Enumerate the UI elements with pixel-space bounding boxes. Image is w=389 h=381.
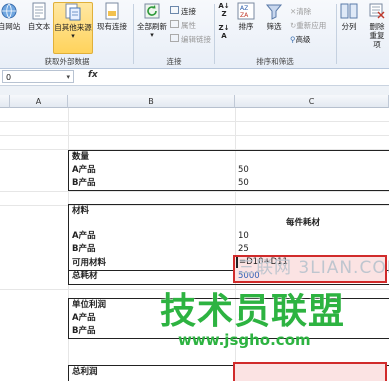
name-box-dropdown-icon[interactable]: ▾ [66, 71, 70, 84]
fx-icon[interactable]: fx [88, 70, 98, 80]
refresh-icon [144, 3, 160, 19]
watermark-jsgho-url: www.jsgho.com [178, 331, 311, 349]
filter-button[interactable]: 筛选 [262, 2, 286, 31]
qty-b-value[interactable]: 50 [238, 177, 249, 189]
group-separator [336, 4, 337, 64]
mat-header: 材料 [72, 206, 90, 216]
formula-bar: 0 ▾ fx [0, 69, 389, 86]
column-header-c[interactable]: C [235, 95, 389, 108]
qty-header: 数量 [72, 152, 90, 162]
sort-az-icon: A↓ Z [218, 2, 230, 18]
total-profit-range[interactable] [233, 362, 387, 381]
from-text-button[interactable]: 自文本 [26, 2, 52, 31]
column-header-a[interactable]: A [10, 95, 68, 108]
properties-icon [170, 20, 179, 28]
border-line [68, 298, 69, 338]
qty-b-label: B产品 [72, 178, 96, 188]
group-label-sort-filter: 排序和筛选 [256, 57, 294, 66]
data-ribbon: 自网站 自文本 自其他来源 ▾ 现有连接 全部刷新 ▾ 连接 属性 编辑链接 A… [0, 0, 389, 69]
border-line [68, 150, 69, 190]
watermark-jsgho-logo: 技术员联盟 [160, 291, 346, 332]
filter-icon [265, 4, 283, 20]
select-all-corner[interactable] [0, 95, 10, 108]
sort-button[interactable]: AZ ZA 排序 [234, 2, 258, 31]
border-line [68, 190, 389, 191]
edit-links-icon [170, 34, 179, 42]
mat-a-label: A产品 [72, 231, 96, 241]
mat-b-label: B产品 [72, 244, 96, 254]
from-other-sources-button[interactable]: 自其他来源 ▾ [53, 2, 93, 54]
column-header-b[interactable]: B [68, 95, 235, 108]
mat-a-value[interactable]: 10 [238, 230, 249, 242]
advanced-button[interactable]: ⚲高级 [290, 34, 311, 45]
properties-link[interactable]: 属性 [170, 20, 196, 31]
sort-ascending-button[interactable]: A↓ Z [216, 2, 232, 18]
sort-icon: AZZA [237, 2, 255, 20]
profit-a-label: A产品 [72, 313, 96, 323]
formula-input[interactable] [104, 70, 388, 83]
other-source-icon [65, 3, 81, 21]
text-to-columns-button[interactable]: 分列 [338, 2, 360, 31]
total-profit-label: 总利润 [72, 367, 98, 377]
reapply-button[interactable]: ↻重新应用 [290, 20, 326, 31]
avail-label: 可用材料 [72, 258, 107, 268]
watermark-3lian: 三联网 3LIAN.COM [238, 258, 389, 278]
sort-descending-button[interactable]: Z↓ A [216, 24, 232, 40]
remove-duplicates-button[interactable]: 删除重复项 [363, 2, 389, 49]
name-box[interactable]: 0 ▾ [2, 70, 74, 83]
text-file-icon [32, 2, 46, 20]
existing-connections-button[interactable]: 现有连接 [94, 2, 130, 31]
connection-icon [170, 6, 179, 14]
connection-file-icon [105, 2, 119, 20]
profit-header: 单位利润 [72, 300, 107, 310]
svg-text:ZA: ZA [240, 12, 249, 19]
profit-b-label: B产品 [72, 326, 96, 336]
group-separator [214, 4, 215, 64]
border-line [68, 365, 69, 381]
connections-link[interactable]: 连接 [170, 6, 196, 17]
sheet-gap [0, 86, 389, 95]
svg-text:AZ: AZ [240, 5, 248, 12]
remove-duplicates-icon [369, 3, 385, 19]
border-line [68, 270, 69, 284]
sort-za-icon: Z↓ A [218, 24, 230, 40]
text-to-columns-icon [340, 3, 358, 19]
globe-icon [1, 3, 17, 19]
from-web-button[interactable]: 自网站 [0, 2, 24, 31]
group-label-external: 获取外部数据 [44, 57, 90, 66]
group-label-connections: 连接 [166, 57, 182, 66]
total-label: 总耗材 [72, 271, 98, 281]
group-separator [133, 4, 134, 64]
border-line [68, 204, 389, 205]
clear-button[interactable]: ✕清除 [290, 6, 311, 17]
qty-a-value[interactable]: 50 [238, 164, 249, 176]
border-line [68, 150, 389, 151]
refresh-all-button[interactable]: 全部刷新 ▾ [135, 2, 169, 40]
edit-links-link[interactable]: 编辑链接 [170, 34, 211, 45]
border-line [68, 204, 69, 270]
mat-sub-header: 每件耗材 [286, 218, 321, 228]
qty-a-label: A产品 [72, 165, 96, 175]
